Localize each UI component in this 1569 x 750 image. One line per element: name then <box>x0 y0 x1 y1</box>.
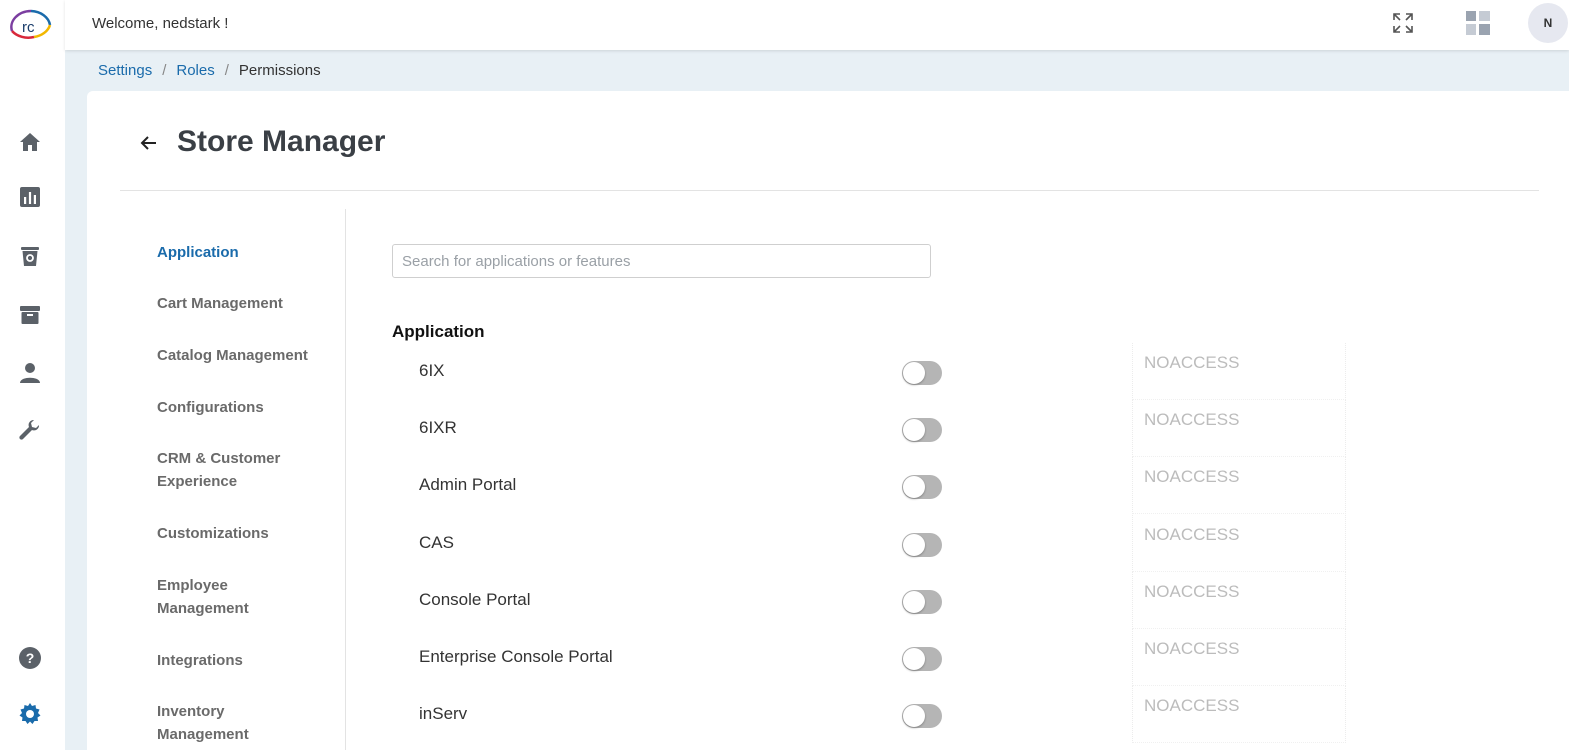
permission-toggle[interactable] <box>902 647 942 671</box>
access-level-cell: NOACCESS <box>1132 515 1346 572</box>
permission-toggle[interactable] <box>902 533 942 557</box>
permission-row: CAS NOACCESS <box>392 515 1492 573</box>
breadcrumb: Settings / Roles / Permissions <box>98 62 321 79</box>
user-icon[interactable] <box>17 360 43 386</box>
access-level: NOACCESS <box>1144 353 1240 372</box>
access-level-cell: NOACCESS <box>1132 400 1346 457</box>
access-level: NOACCESS <box>1144 467 1240 486</box>
permission-label: inServ <box>419 704 468 723</box>
menu-item-cart-management[interactable]: Cart Management <box>157 292 317 315</box>
permission-row: inServ NOACCESS <box>392 686 1492 744</box>
section-heading: Application <box>392 322 485 341</box>
page-title: Store Manager <box>177 125 386 158</box>
access-level-cell: NOACCESS <box>1132 457 1346 514</box>
permission-toggle[interactable] <box>902 590 942 614</box>
breadcrumb-separator: / <box>224 62 229 79</box>
archive-icon[interactable] <box>17 302 43 328</box>
permission-toggle[interactable] <box>902 704 942 728</box>
access-level-cell: NOACCESS <box>1132 343 1346 400</box>
menu-item-crm-customer-experience[interactable]: CRM & Customer Experience <box>157 447 287 493</box>
rc-logo[interactable]: rc <box>4 5 58 43</box>
breadcrumb-roles[interactable]: Roles <box>176 62 214 79</box>
permission-label: Admin Portal <box>419 475 517 494</box>
permission-label: 6IXR <box>419 418 457 437</box>
menu-item-catalog-management[interactable]: Catalog Management <box>157 344 317 367</box>
permission-row: Console Portal NOACCESS <box>392 572 1492 630</box>
svg-text:?: ? <box>26 650 35 666</box>
app-grid-icon[interactable] <box>1466 11 1490 35</box>
home-icon[interactable] <box>17 129 43 155</box>
breadcrumb-current: Permissions <box>238 62 321 79</box>
permission-row: Enterprise Console Portal NOACCESS <box>392 629 1492 687</box>
menu-item-application[interactable]: Application <box>157 241 317 264</box>
fullscreen-icon[interactable] <box>1392 12 1414 34</box>
menu-item-customizations[interactable]: Customizations <box>157 522 317 545</box>
top-bar: Welcome, nedstark ! N <box>65 0 1569 50</box>
tools-icon[interactable] <box>17 418 43 444</box>
menu-item-employee-management[interactable]: Employee Management <box>157 574 257 620</box>
access-level-cell: NOACCESS <box>1132 686 1346 743</box>
permission-toggle[interactable] <box>902 418 942 442</box>
permission-row: Admin Portal NOACCESS <box>392 457 1492 515</box>
search-input[interactable] <box>392 244 931 278</box>
menu-divider <box>345 209 346 750</box>
permission-label: CAS <box>419 533 454 552</box>
permission-row: 6IXR NOACCESS <box>392 400 1492 458</box>
orders-icon[interactable] <box>17 243 43 269</box>
permissions-card: Store Manager Application Cart Managemen… <box>87 91 1569 750</box>
user-avatar[interactable]: N <box>1528 3 1568 43</box>
permission-toggle[interactable] <box>902 361 942 385</box>
permission-label: Console Portal <box>419 590 531 609</box>
access-level-cell: NOACCESS <box>1132 572 1346 629</box>
menu-item-inventory-management[interactable]: Inventory Management <box>157 700 257 746</box>
menu-item-integrations[interactable]: Integrations <box>157 649 317 672</box>
permission-toggle[interactable] <box>902 475 942 499</box>
access-level: NOACCESS <box>1144 639 1240 658</box>
help-icon[interactable]: ? <box>17 645 43 671</box>
welcome-message: Welcome, nedstark ! <box>92 15 229 32</box>
permission-label: Enterprise Console Portal <box>419 647 613 666</box>
title-divider <box>120 190 1539 191</box>
back-arrow-icon[interactable] <box>139 133 159 153</box>
breadcrumb-separator: / <box>162 62 167 79</box>
reports-icon[interactable] <box>17 184 43 210</box>
logo-text: rc <box>22 19 35 36</box>
menu-item-configurations[interactable]: Configurations <box>157 396 267 419</box>
settings-icon[interactable] <box>17 701 43 727</box>
permission-row: 6IX NOACCESS <box>392 343 1492 401</box>
left-nav-rail: rc ? <box>0 0 65 750</box>
access-level-cell: NOACCESS <box>1132 629 1346 686</box>
access-level: NOACCESS <box>1144 525 1240 544</box>
access-level: NOACCESS <box>1144 582 1240 601</box>
access-level: NOACCESS <box>1144 410 1240 429</box>
breadcrumb-settings[interactable]: Settings <box>98 62 152 79</box>
permission-label: 6IX <box>419 361 445 380</box>
access-level: NOACCESS <box>1144 696 1240 715</box>
